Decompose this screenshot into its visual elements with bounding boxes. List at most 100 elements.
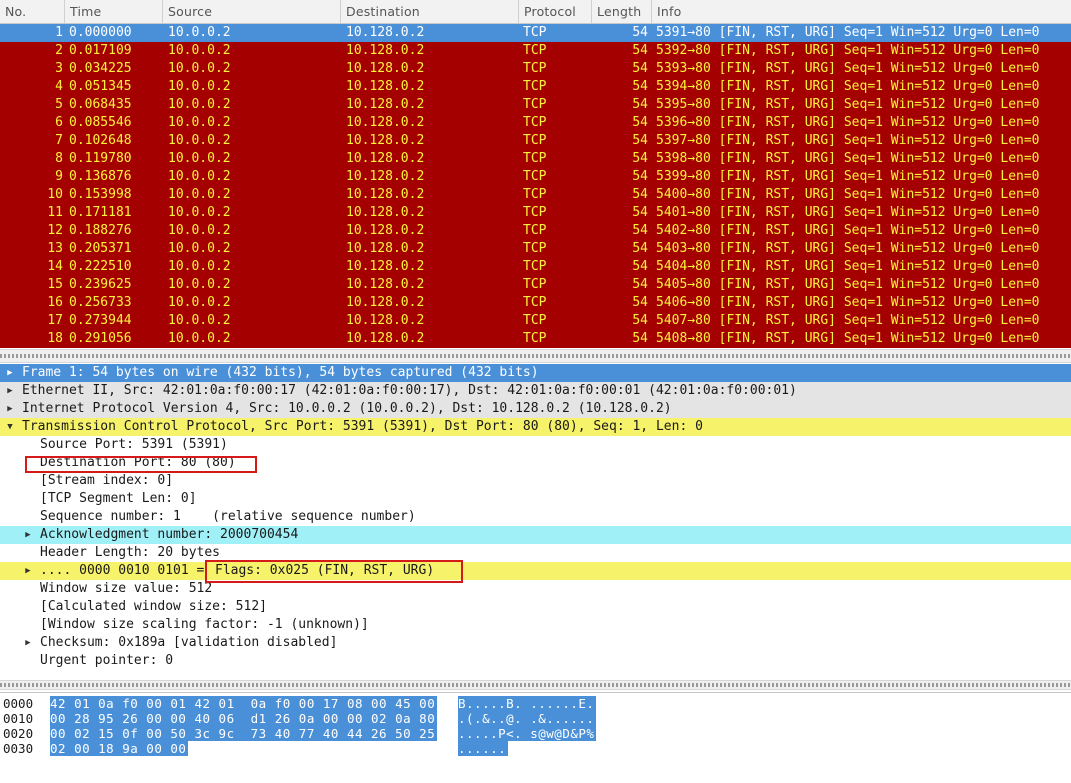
triangle-right-icon[interactable]: ▶ — [22, 526, 34, 544]
triangle-right-icon[interactable]: ▶ — [22, 634, 34, 652]
cell-destination: 10.128.0.2 — [346, 97, 425, 112]
hex-bytes[interactable]: 00 28 95 26 00 00 40 06 d1 26 0a 00 00 0… — [50, 711, 438, 726]
packet-row[interactable]: 13 0.205371 10.0.0.2 10.128.0.2 TCP 54 5403→80… — [0, 240, 1071, 258]
cell-no: 7 — [55, 133, 63, 148]
cell-destination: 10.128.0.2 — [346, 331, 425, 346]
tree-field-window-scaling[interactable]: [Window size scaling factor: -1 (unknown… — [0, 616, 1071, 634]
hex-bytes[interactable]: 02 00 18 9a 00 00 — [50, 741, 189, 756]
hex-offset: 0020 — [3, 726, 34, 741]
cell-info: 5403→80 [FIN, RST, URG] Seq=1 Win=512 Ur… — [656, 241, 1040, 256]
packet-row[interactable]: 5 0.068435 10.0.0.2 10.128.0.2 TCP 54 5395→80 … — [0, 96, 1071, 114]
tree-item-label: Frame 1: 54 bytes on wire (432 bits), 54… — [22, 365, 539, 380]
cell-protocol: TCP — [523, 79, 547, 94]
cell-source: 10.0.0.2 — [168, 169, 231, 184]
tree-item-ethernet[interactable]: ▶ Ethernet II, Src: 42:01:0a:f0:00:17 (4… — [0, 382, 1071, 400]
tree-item-frame[interactable]: ▶ Frame 1: 54 bytes on wire (432 bits), … — [0, 364, 1071, 382]
cell-time: 0.205371 — [69, 241, 132, 256]
cell-no: 4 — [55, 79, 63, 94]
packet-row[interactable]: 11 0.171181 10.0.0.2 10.128.0.2 TCP 54 5401→80… — [0, 204, 1071, 222]
tree-field-segment-len[interactable]: [TCP Segment Len: 0] — [0, 490, 1071, 508]
column-header-protocol[interactable]: Protocol — [519, 0, 592, 23]
packet-row[interactable]: 8 0.119780 10.0.0.2 10.128.0.2 TCP 54 5398→80 … — [0, 150, 1071, 168]
cell-protocol: TCP — [523, 115, 547, 130]
cell-source: 10.0.0.2 — [168, 223, 231, 238]
tree-field-sequence-number[interactable]: Sequence number: 1 (relative sequence nu… — [0, 508, 1071, 526]
tree-field-window-size[interactable]: Window size value: 512 — [0, 580, 1071, 598]
column-header-destination[interactable]: Destination — [341, 0, 519, 23]
cell-length: 54 — [632, 223, 648, 238]
cell-protocol: TCP — [523, 313, 547, 328]
cell-time: 0.153998 — [69, 187, 132, 202]
packet-row[interactable]: 15 0.239625 10.0.0.2 10.128.0.2 TCP 54 5405→80… — [0, 276, 1071, 294]
tree-field-checksum[interactable]: ▶ Checksum: 0x189a [validation disabled] — [0, 634, 1071, 652]
packet-row[interactable]: 10 0.153998 10.0.0.2 10.128.0.2 TCP 54 5400→80… — [0, 186, 1071, 204]
column-header-no[interactable]: No. — [0, 0, 65, 23]
cell-source: 10.0.0.2 — [168, 331, 231, 346]
triangle-right-icon[interactable]: ▶ — [22, 562, 34, 580]
cell-length: 54 — [632, 25, 648, 40]
packet-list-header: No. Time Source Destination Protocol Len… — [0, 0, 1071, 24]
tree-field-header-length[interactable]: Header Length: 20 bytes — [0, 544, 1071, 562]
packet-row[interactable]: 3 0.034225 10.0.0.2 10.128.0.2 TCP 54 5393→80 … — [0, 60, 1071, 78]
cell-destination: 10.128.0.2 — [346, 151, 425, 166]
cell-source: 10.0.0.2 — [168, 313, 231, 328]
cell-source: 10.0.0.2 — [168, 97, 231, 112]
packet-row[interactable]: 18 0.291056 10.0.0.2 10.128.0.2 TCP 54 5408→80… — [0, 330, 1071, 348]
packet-row[interactable]: 2 0.017109 10.0.0.2 10.128.0.2 TCP 54 5392→80 … — [0, 42, 1071, 60]
packet-bytes-pane[interactable]: 0000 42 01 0a f0 00 01 42 01 0a f0 00 17… — [0, 692, 1071, 783]
cell-protocol: TCP — [523, 295, 547, 310]
packet-row[interactable]: 9 0.136876 10.0.0.2 10.128.0.2 TCP 54 5399→80 … — [0, 168, 1071, 186]
column-header-length[interactable]: Length — [592, 0, 652, 23]
pane-splitter-top[interactable] — [0, 349, 1071, 363]
tree-field-urgent-pointer[interactable]: Urgent pointer: 0 — [0, 652, 1071, 670]
cell-time: 0.256733 — [69, 295, 132, 310]
cell-destination: 10.128.0.2 — [346, 133, 425, 148]
packet-row[interactable]: 12 0.188276 10.0.0.2 10.128.0.2 TCP 54 5402→80… — [0, 222, 1071, 240]
column-header-info[interactable]: Info — [652, 0, 1071, 23]
hex-ascii[interactable]: ...... — [458, 741, 509, 756]
triangle-down-icon[interactable]: ▼ — [4, 418, 16, 436]
cell-info: 5402→80 [FIN, RST, URG] Seq=1 Win=512 Ur… — [656, 223, 1040, 238]
hex-offset: 0000 — [3, 696, 34, 711]
tree-field-source-port[interactable]: Source Port: 5391 (5391) — [0, 436, 1071, 454]
packet-row[interactable]: 4 0.051345 10.0.0.2 10.128.0.2 TCP 54 5394→80 … — [0, 78, 1071, 96]
packet-row[interactable]: 7 0.102648 10.0.0.2 10.128.0.2 TCP 54 5397→80 … — [0, 132, 1071, 150]
column-header-time[interactable]: Time — [65, 0, 163, 23]
packet-detail-tree[interactable]: ▶ Frame 1: 54 bytes on wire (432 bits), … — [0, 364, 1071, 689]
pane-splitter-bottom[interactable] — [0, 680, 1071, 690]
cell-protocol: TCP — [523, 241, 547, 256]
cell-no: 11 — [47, 205, 63, 220]
cell-info: 5398→80 [FIN, RST, URG] Seq=1 Win=512 Ur… — [656, 151, 1040, 166]
column-header-source[interactable]: Source — [163, 0, 341, 23]
tree-field-stream-index[interactable]: [Stream index: 0] — [0, 472, 1071, 490]
hex-ascii[interactable]: .....P<. s@w@D&P% — [458, 726, 597, 741]
triangle-right-icon[interactable]: ▶ — [4, 400, 16, 418]
hex-bytes[interactable]: 00 02 15 0f 00 50 3c 9c 73 40 77 40 44 2… — [50, 726, 438, 741]
packet-row[interactable]: 6 0.085546 10.0.0.2 10.128.0.2 TCP 54 5396→80 … — [0, 114, 1071, 132]
packet-row[interactable]: 14 0.222510 10.0.0.2 10.128.0.2 TCP 54 5404→80… — [0, 258, 1071, 276]
triangle-right-icon[interactable]: ▶ — [4, 382, 16, 400]
cell-time: 0.222510 — [69, 259, 132, 274]
cell-length: 54 — [632, 97, 648, 112]
packet-row[interactable]: 1 0.000000 10.0.0.2 10.128.0.2 TCP 54 5391→80 … — [0, 24, 1071, 42]
cell-info: 5392→80 [FIN, RST, URG] Seq=1 Win=512 Ur… — [656, 43, 1040, 58]
packet-list[interactable]: No. Time Source Destination Protocol Len… — [0, 0, 1071, 350]
tree-field-ack-number[interactable]: ▶ Acknowledgment number: 2000700454 — [0, 526, 1071, 544]
cell-destination: 10.128.0.2 — [346, 187, 425, 202]
packet-row[interactable]: 17 0.273944 10.0.0.2 10.128.0.2 TCP 54 5407→80… — [0, 312, 1071, 330]
hex-ascii[interactable]: .(.&..@. .&...... — [458, 711, 597, 726]
tree-item-tcp[interactable]: ▼ Transmission Control Protocol, Src Por… — [0, 418, 1071, 436]
cell-length: 54 — [632, 187, 648, 202]
annotation-box-flags — [205, 560, 463, 583]
cell-time: 0.034225 — [69, 61, 132, 76]
triangle-right-icon[interactable]: ▶ — [4, 364, 16, 382]
cell-source: 10.0.0.2 — [168, 151, 231, 166]
hex-ascii[interactable]: B.....B. ......E. — [458, 696, 597, 711]
cell-source: 10.0.0.2 — [168, 205, 231, 220]
field-label: Source Port: 5391 (5391) — [40, 437, 228, 452]
tree-field-calculated-window[interactable]: [Calculated window size: 512] — [0, 598, 1071, 616]
tree-field-flags[interactable]: ▶ .... 0000 0010 0101 = Flags: 0x025 (FI… — [0, 562, 1071, 580]
hex-bytes[interactable]: 42 01 0a f0 00 01 42 01 0a f0 00 17 08 0… — [50, 696, 438, 711]
packet-row[interactable]: 16 0.256733 10.0.0.2 10.128.0.2 TCP 54 5406→80… — [0, 294, 1071, 312]
tree-item-ipv4[interactable]: ▶ Internet Protocol Version 4, Src: 10.0… — [0, 400, 1071, 418]
